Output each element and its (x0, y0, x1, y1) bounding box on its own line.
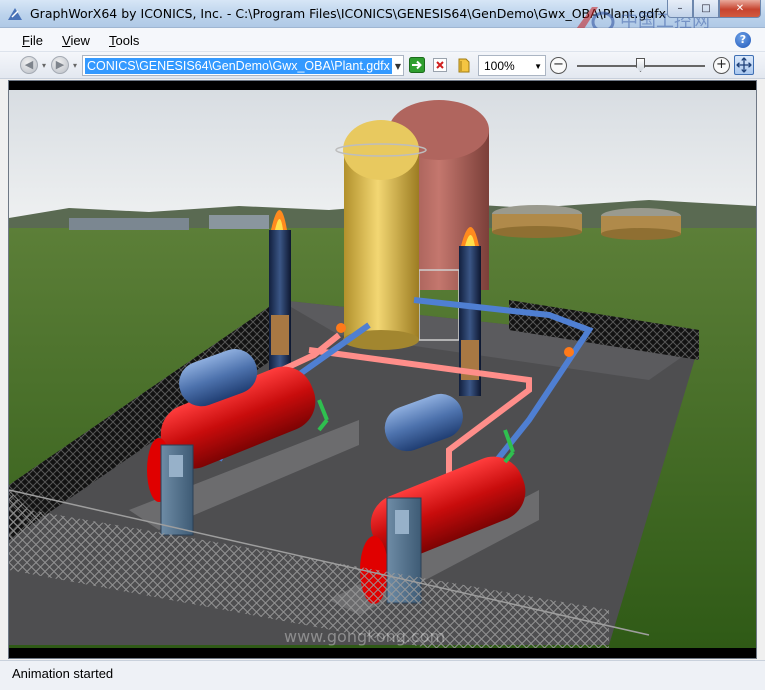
go-arrow-icon[interactable] (409, 57, 425, 73)
open-folder-icon[interactable] (456, 57, 472, 73)
app-icon (8, 8, 22, 20)
minimize-button[interactable]: – (667, 0, 693, 18)
menu-file[interactable]: File (22, 33, 43, 48)
help-icon[interactable]: ? (735, 32, 751, 48)
back-history-dropdown-icon[interactable]: ▾ (42, 61, 46, 70)
address-bar[interactable]: CONICS\GENESIS64\GenDemo\Gwx_OBA\Plant.g… (82, 55, 404, 76)
zoom-in-button[interactable]: + (713, 57, 730, 74)
scene-watermark: www.gongkong.com (284, 627, 445, 646)
maximize-button[interactable]: □ (693, 0, 719, 18)
toolbar: ◀ ▾ ▶ ▾ CONICS\GENESIS64\GenDemo\Gwx_OBA… (0, 52, 765, 79)
window-title: GraphWorX64 by ICONICS, Inc. - C:\Progra… (30, 6, 667, 21)
address-input[interactable]: CONICS\GENESIS64\GenDemo\Gwx_OBA\Plant.g… (85, 58, 392, 74)
forward-button[interactable]: ▶ (51, 56, 69, 74)
menu-view[interactable]: View (62, 33, 90, 48)
plant-3d-scene[interactable]: www.gongkong.com (9, 90, 756, 648)
menu-tools[interactable]: Tools (109, 33, 139, 48)
fit-to-window-icon[interactable] (734, 55, 754, 75)
zoom-out-button[interactable]: − (550, 57, 567, 74)
zoom-slider-thumb[interactable] (636, 58, 645, 72)
menu-bar: File View Tools ? (0, 28, 765, 52)
status-text: Animation started (12, 666, 114, 681)
back-button[interactable]: ◀ (20, 56, 38, 74)
zoom-dropdown-icon[interactable]: ▼ (534, 62, 542, 71)
zoom-combobox[interactable]: 100% ▼ (478, 55, 546, 76)
title-bar: GraphWorX64 by ICONICS, Inc. - C:\Progra… (0, 0, 765, 40)
forward-history-dropdown-icon[interactable]: ▾ (73, 61, 77, 70)
status-bar: Animation started (0, 660, 765, 690)
window-controls: – □ ✕ (667, 0, 761, 20)
address-dropdown-icon[interactable]: ▼ (395, 62, 401, 71)
zoom-value: 100% (484, 59, 515, 73)
graphics-viewport[interactable]: www.gongkong.com (8, 80, 757, 659)
stop-icon[interactable] (432, 57, 448, 73)
close-button[interactable]: ✕ (719, 0, 761, 18)
